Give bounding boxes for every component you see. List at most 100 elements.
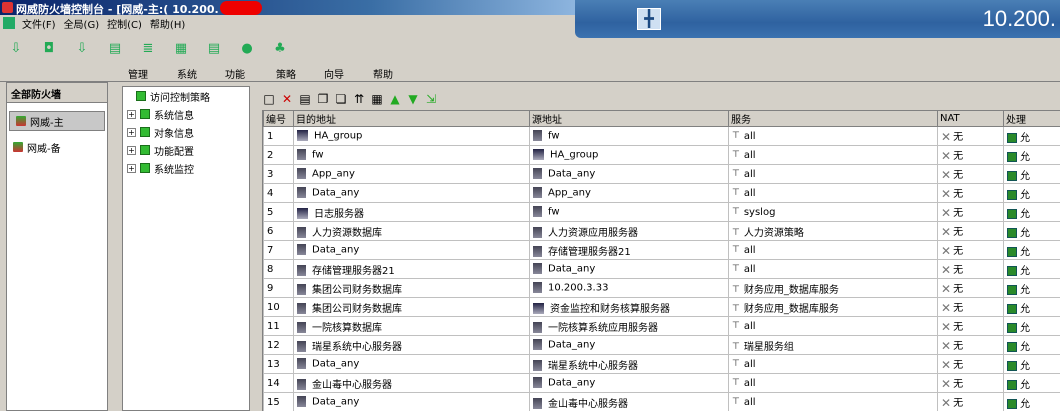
action-value: 允	[1020, 284, 1030, 296]
allow-icon	[1007, 303, 1017, 314]
copy-icon[interactable]: ❐	[316, 92, 330, 106]
func-wizard[interactable]: 向导	[324, 66, 344, 81]
host-icon	[297, 187, 306, 199]
table-row[interactable]: 4 Data_any App_any ⊤ all ✕ 无允	[263, 183, 1060, 203]
action-value: 允	[1020, 265, 1030, 277]
col-service[interactable]: 服务	[728, 111, 938, 127]
table-row[interactable]: 13 Data_any 瑞星系统中心服务器 ⊤ all ✕ 无允	[263, 354, 1060, 374]
table-row[interactable]: 5 日志服务器 fw ⊤ syslog ✕ 无允	[263, 202, 1060, 222]
move-up-icon[interactable]: ▲	[388, 92, 402, 106]
menu-control[interactable]: 控制(C)	[103, 16, 146, 31]
tree-item-sysinfo[interactable]: + 系统信息	[123, 105, 249, 123]
func-policy[interactable]: 策略	[276, 66, 296, 81]
firewall-item-backup[interactable]: 网威-备	[7, 137, 107, 157]
menu-file[interactable]: 文件(F)	[18, 16, 60, 31]
properties-icon[interactable]: ▤	[104, 38, 126, 58]
col-destination[interactable]: 目的地址	[293, 111, 530, 127]
tree-item-monitor[interactable]: + 系统监控	[123, 159, 249, 177]
lock-icon[interactable]: ◘	[38, 38, 60, 58]
table-row[interactable]: 12 瑞星系统中心服务器 Data_any ⊤ 瑞星服务组 ✕ 无允	[263, 335, 1060, 355]
cell-no: 10	[263, 297, 294, 317]
nat-value: 无	[953, 360, 964, 371]
cell-service: ⊤ 财务应用_数据库服务	[728, 278, 938, 298]
connect-icon[interactable]: ⇩	[5, 38, 27, 58]
table-row[interactable]: 10 集团公司财务数据库 资金监控和财务核算服务器 ⊤ 财务应用_数据库服务 ✕ 无允	[263, 297, 1060, 317]
host-icon	[297, 379, 306, 390]
table-row[interactable]: 1 HA_group fw ⊤ all ✕ 无允	[263, 126, 1060, 146]
cell-nat: ✕ 无	[937, 354, 1004, 374]
move-down-icon[interactable]: ▼	[406, 92, 420, 106]
func-feature[interactable]: 功能	[225, 66, 245, 81]
network-icon[interactable]: ♣	[269, 38, 291, 58]
cell-destination: 集团公司财务数据库	[293, 297, 530, 317]
action-value: 允	[1020, 151, 1030, 163]
expand-icon[interactable]: +	[127, 163, 136, 173]
expand-icon[interactable]: +	[127, 145, 136, 155]
table-row[interactable]: 15 Data_any 金山毒中心服务器 ⊤ all ✕ 无允	[263, 392, 1060, 411]
action-value: 允	[1020, 379, 1030, 391]
menu-help[interactable]: 帮助(H)	[146, 16, 189, 31]
table-row[interactable]: 2 fw HA_group ⊤ all ✕ 无允	[263, 145, 1060, 165]
source-value: Data_any	[548, 168, 596, 180]
table-row[interactable]: 11 一院核算数据库 一院核算系统应用服务器 ⊤ all ✕ 无允	[263, 316, 1060, 336]
table-row[interactable]: 8 存储管理服务器21 Data_any ⊤ all ✕ 无允	[263, 259, 1060, 279]
col-action[interactable]: 处理	[1003, 111, 1060, 127]
pin-icon[interactable]: ╋	[637, 8, 661, 30]
source-value: Data_any	[548, 339, 596, 351]
table-row[interactable]: 9 集团公司财务数据库 10.200.3.33 ⊤ 财务应用_数据库服务 ✕ 无允	[263, 278, 1060, 298]
service-value: syslog	[743, 206, 776, 218]
disconnect-icon[interactable]: ⇩	[71, 38, 93, 58]
destination-value: 人力资源数据库	[312, 227, 382, 239]
table-row[interactable]: 6 人力资源数据库 人力资源应用服务器 ⊤ 人力资源策略 ✕ 无允	[263, 221, 1060, 241]
func-help[interactable]: 帮助	[373, 66, 393, 81]
cell-no: 4	[263, 183, 294, 203]
table-row[interactable]: 3 App_any Data_any ⊤ all ✕ 无允	[263, 164, 1060, 184]
traffic-icon[interactable]: ≣	[137, 38, 159, 58]
destination-value: Data_any	[312, 187, 360, 199]
config-icon[interactable]: ▦	[170, 38, 192, 58]
allow-icon	[1007, 151, 1017, 162]
cell-destination: 集团公司财务数据库	[293, 278, 530, 298]
allow-icon	[1007, 208, 1017, 219]
cell-nat: ✕ 无	[937, 297, 1004, 317]
table-row[interactable]: 14 金山毒中心服务器 Data_any ⊤ all ✕ 无允	[263, 373, 1060, 393]
cell-service: ⊤ syslog	[728, 202, 938, 222]
func-system[interactable]: 系统	[177, 66, 197, 81]
cell-action: 允	[1003, 183, 1060, 203]
table-row[interactable]: 7 Data_any 存储管理服务器21 ⊤ all ✕ 无允	[263, 240, 1060, 260]
host-icon	[297, 149, 306, 161]
menu-global[interactable]: 全局(G)	[60, 16, 104, 31]
policy-icon	[136, 91, 146, 101]
destination-value: 集团公司财务数据库	[312, 303, 402, 315]
rule-number: 6	[267, 225, 274, 237]
paste-icon[interactable]: ❏	[334, 92, 348, 106]
tree-item-acl[interactable]: 访问控制策略	[123, 87, 249, 105]
tree-item-features[interactable]: + 功能配置	[123, 141, 249, 159]
rule-number: 10	[267, 301, 280, 313]
expand-icon[interactable]: +	[127, 109, 136, 119]
folder-icon	[140, 163, 150, 173]
expand-icon[interactable]: +	[127, 127, 136, 137]
properties-icon[interactable]: ▤	[298, 92, 312, 106]
new-icon[interactable]: □	[262, 92, 276, 106]
cell-service: ⊤ all	[728, 354, 938, 374]
settings-icon[interactable]: ▤	[203, 38, 225, 58]
tree-item-objects[interactable]: + 对象信息	[123, 123, 249, 141]
allow-icon	[1007, 189, 1017, 200]
service-value: all	[743, 396, 756, 408]
col-nat[interactable]: NAT	[937, 111, 1004, 127]
col-source[interactable]: 源地址	[529, 111, 729, 127]
help-icon[interactable]: ●	[236, 38, 258, 58]
move-top-icon[interactable]: ⇈	[352, 92, 366, 106]
firewall-item-primary[interactable]: 网威-主	[9, 111, 105, 131]
source-value: 瑞星系统中心服务器	[548, 360, 638, 372]
col-no[interactable]: 编号	[263, 111, 294, 127]
app-menu-icon[interactable]	[3, 17, 15, 29]
service-icon: ⊤	[732, 358, 740, 369]
action-value: 允	[1020, 341, 1030, 353]
delete-icon[interactable]: ✕	[280, 92, 294, 106]
func-manage[interactable]: 管理	[128, 66, 148, 81]
grid-icon[interactable]: ▦	[370, 92, 384, 106]
apply-icon[interactable]: ⇲	[424, 92, 438, 106]
destination-value: 集团公司财务数据库	[312, 284, 402, 296]
